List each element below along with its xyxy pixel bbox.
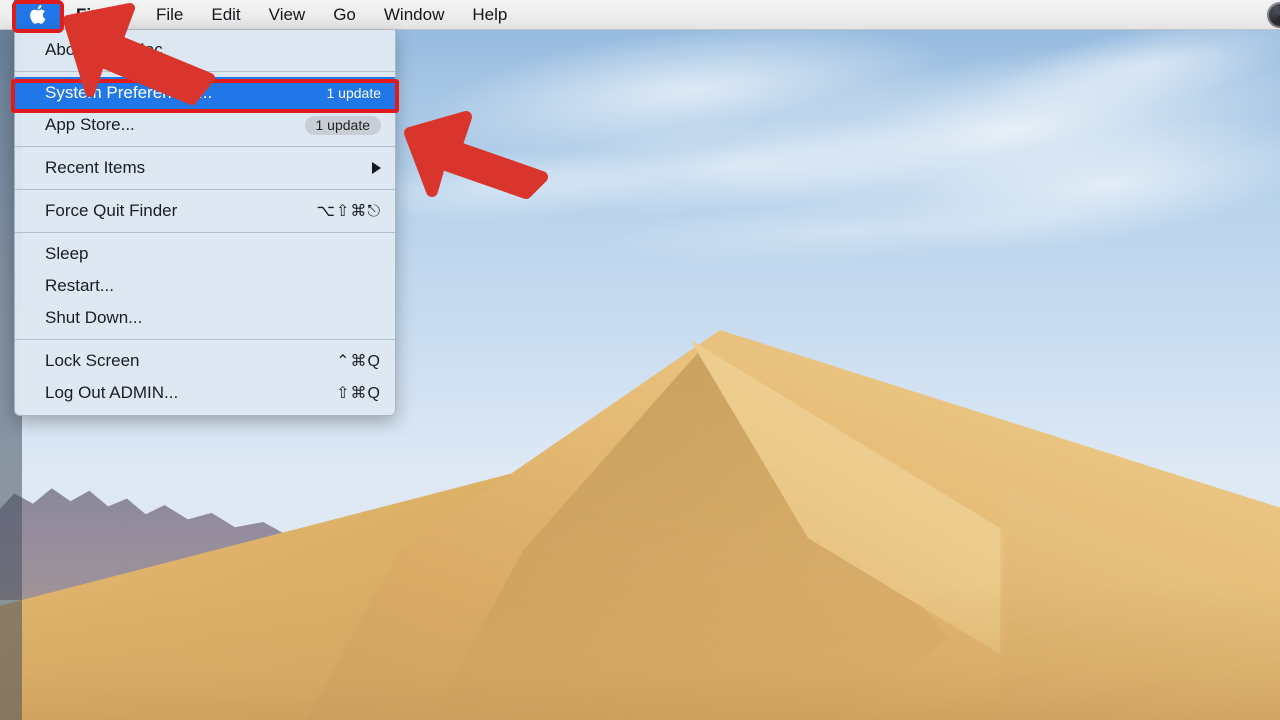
menu-item-label: App Store...: [45, 115, 135, 134]
menu-separator: [15, 232, 395, 233]
menubar-item-edit[interactable]: Edit: [197, 0, 254, 30]
menu-item-label: Log Out ADMIN...: [45, 383, 179, 402]
menu-item-label: About This Mac: [45, 40, 163, 59]
menu-item-restart[interactable]: Restart...: [15, 270, 395, 302]
menu-item-label: Force Quit Finder: [45, 201, 178, 220]
menu-separator: [15, 339, 395, 340]
menu-item-accessory: ⇧⌘Q: [336, 383, 381, 403]
cloud-wisp: [598, 186, 1102, 274]
menu-item-sleep[interactable]: Sleep: [15, 238, 395, 270]
menubar-item-finder[interactable]: Finder: [60, 0, 142, 30]
menu-separator: [15, 189, 395, 190]
menu-separator: [15, 71, 395, 72]
chevron-right-icon: [372, 162, 381, 174]
menu-bar: Finder File Edit View Go Window Help: [0, 0, 1280, 30]
menu-item-label: Lock Screen: [45, 351, 140, 370]
menubar-item-window[interactable]: Window: [370, 0, 458, 30]
cloud-wisp: [873, 90, 1280, 280]
menubar-item-help[interactable]: Help: [458, 0, 521, 30]
menu-item-accessory: [372, 162, 381, 174]
menu-item-label: System Preferences...: [45, 83, 213, 102]
menu-item-label: Shut Down...: [45, 308, 143, 327]
menubar-item-file[interactable]: File: [142, 0, 197, 30]
cloud-wisp: [692, 7, 1280, 253]
menubar-item-go[interactable]: Go: [319, 0, 370, 30]
menu-item-app-store[interactable]: App Store... 1 update: [15, 109, 395, 141]
menu-item-recent-items[interactable]: Recent Items: [15, 152, 395, 184]
desktop-screen: Finder File Edit View Go Window Help Abo…: [0, 0, 1280, 720]
menu-separator: [15, 146, 395, 147]
apple-menu-dropdown: About This Mac System Preferences... 1 u…: [14, 30, 396, 416]
menu-item-accessory: ⌃⌘Q: [336, 351, 381, 371]
menu-item-label: Sleep: [45, 244, 89, 263]
keyboard-shortcut: ⇧⌘Q: [336, 385, 381, 402]
menu-item-accessory: 1 update: [304, 115, 381, 135]
menu-item-accessory: ⌥⇧⌘⎋: [317, 201, 382, 221]
menu-item-force-quit-finder[interactable]: Force Quit Finder ⌥⇧⌘⎋: [15, 195, 395, 227]
keyboard-shortcut: ⌥⇧⌘⎋: [316, 203, 381, 220]
menu-item-log-out[interactable]: Log Out ADMIN... ⇧⌘Q: [15, 377, 395, 409]
menu-item-about-this-mac[interactable]: About This Mac: [15, 34, 395, 66]
apple-menu-button[interactable]: [14, 0, 60, 30]
cloud-wisp: [347, 138, 683, 232]
update-badge: 1 update: [304, 115, 381, 135]
menu-item-label: Restart...: [45, 276, 114, 295]
keyboard-shortcut: ⌃⌘Q: [336, 353, 381, 370]
menubar-item-view[interactable]: View: [255, 0, 320, 30]
menu-item-accessory: 1 update: [327, 85, 382, 101]
cloud-wisp: [516, 101, 954, 229]
menubar-status-area: [1267, 1, 1280, 28]
menu-item-label: Recent Items: [45, 158, 146, 177]
menu-item-shut-down[interactable]: Shut Down...: [15, 302, 395, 334]
siri-icon[interactable]: [1267, 1, 1280, 28]
menu-item-system-preferences[interactable]: System Preferences... 1 update: [15, 77, 395, 109]
update-badge: 1 update: [326, 85, 382, 101]
apple-logo-icon: [29, 4, 46, 25]
sand-dune-foreground: [0, 585, 1280, 720]
menu-item-lock-screen[interactable]: Lock Screen ⌃⌘Q: [15, 345, 395, 377]
